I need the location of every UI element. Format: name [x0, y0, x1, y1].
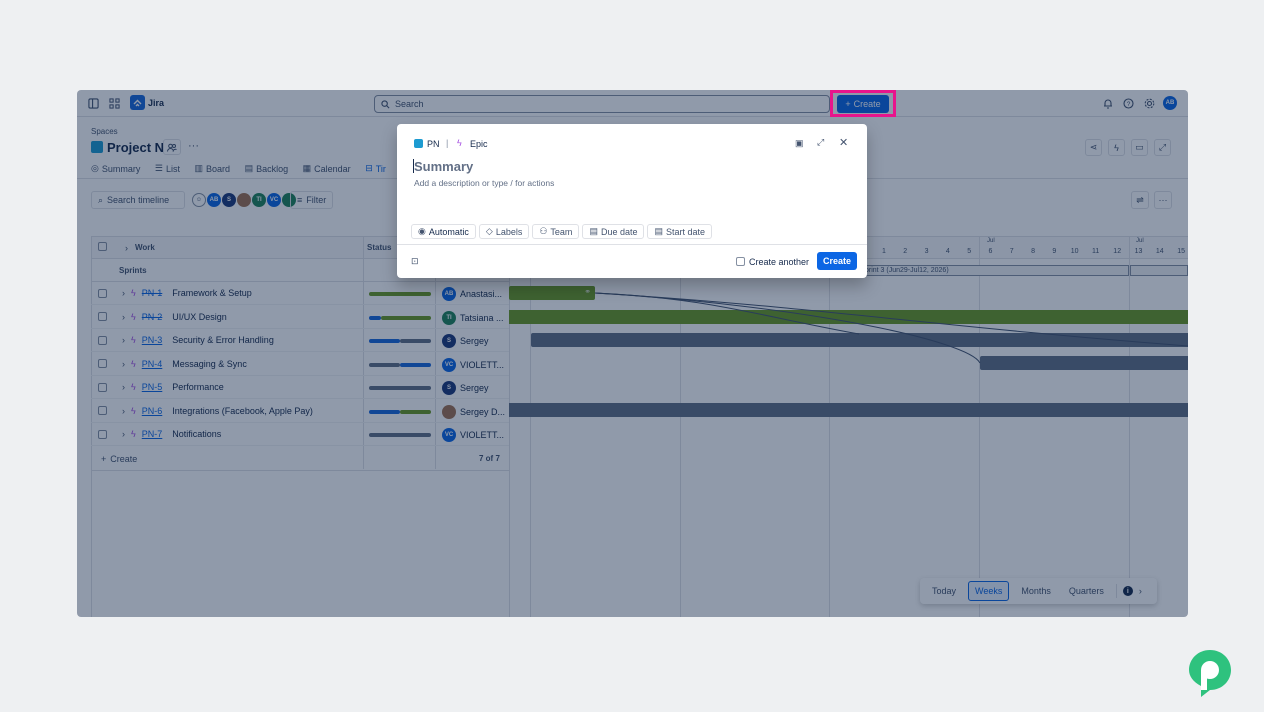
tag-icon: ◇: [485, 226, 493, 236]
assignee-icon: ◉: [418, 226, 426, 236]
close-icon[interactable]: ✕: [839, 136, 848, 149]
minimize-icon[interactable]: ▣: [795, 138, 804, 149]
brand-logo: [1187, 648, 1233, 698]
start-date-chip[interactable]: ▤ Start date: [647, 224, 713, 239]
create-epic-dialog: PN | ϟ Epic ▣ ⤢ ✕ Summary Add a descript…: [397, 124, 867, 278]
divider: [397, 244, 867, 245]
project-icon: [414, 139, 423, 148]
issue-type-selector[interactable]: Epic: [470, 139, 488, 149]
create-another-checkbox[interactable]: [736, 257, 745, 266]
team-icon: ⚇: [539, 226, 548, 236]
calendar-icon: ▤: [654, 226, 663, 236]
calendar-icon: ▤: [589, 226, 598, 236]
team-chip[interactable]: ⚇ Team: [532, 224, 580, 239]
create-another-label[interactable]: Create another: [749, 257, 809, 267]
separator: |: [446, 138, 449, 148]
due-date-chip[interactable]: ▤ Due date: [582, 224, 645, 239]
create-submit-button[interactable]: Create: [817, 252, 857, 270]
feedback-icon[interactable]: ⊡: [411, 256, 419, 267]
epic-lightning-icon: ϟ: [457, 138, 462, 148]
field-chips: ◉ Automatic ◇ Labels ⚇ Team ▤ Due date ▤ Star…: [411, 224, 715, 239]
create-button-highlight: [830, 90, 896, 117]
expand-icon[interactable]: ⤢: [817, 137, 824, 148]
summary-input[interactable]: Summary: [414, 159, 473, 174]
project-selector[interactable]: PN: [427, 139, 440, 149]
labels-chip[interactable]: ◇ Labels: [478, 224, 530, 239]
automatic-chip[interactable]: ◉ Automatic: [411, 224, 476, 239]
description-input[interactable]: Add a description or type / for actions: [414, 178, 554, 188]
